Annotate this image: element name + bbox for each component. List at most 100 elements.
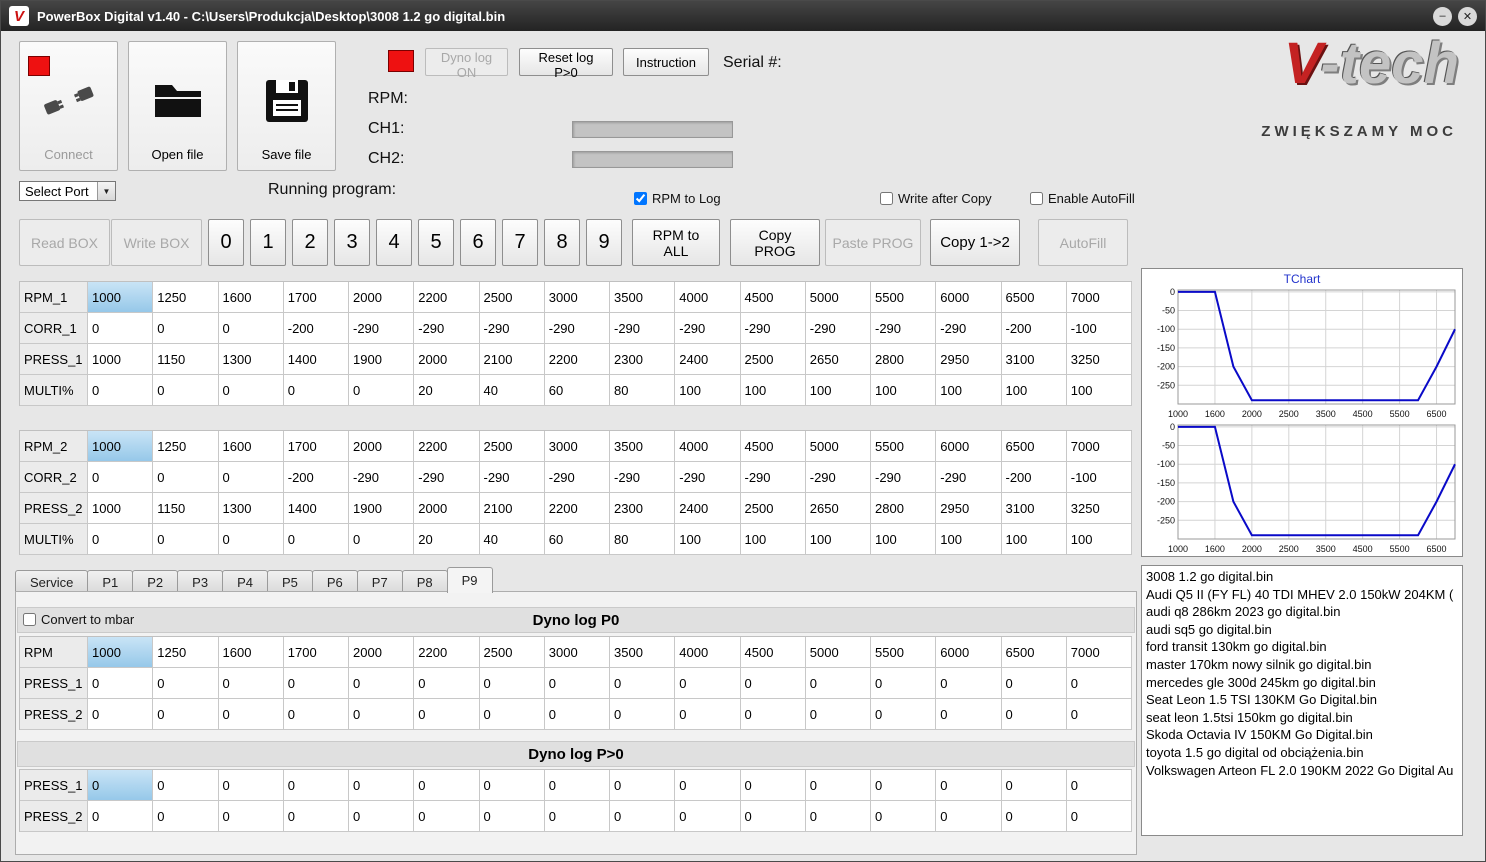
- table-cell[interactable]: -200: [283, 462, 349, 493]
- table-cell[interactable]: 3000: [544, 282, 610, 313]
- rpm-to-all-button[interactable]: RPM to ALL: [632, 219, 720, 266]
- table-cell[interactable]: 1700: [283, 431, 349, 462]
- table-cell[interactable]: -290: [349, 313, 415, 344]
- table-cell[interactable]: 5000: [805, 282, 871, 313]
- tab-p9[interactable]: P9: [446, 567, 493, 593]
- table-cell[interactable]: 3500: [610, 431, 676, 462]
- table-cell[interactable]: 0: [1001, 668, 1067, 699]
- file-list-item[interactable]: master 170km nowy silnik go digital.bin: [1146, 656, 1458, 674]
- table-cell[interactable]: 2100: [479, 344, 545, 375]
- table-cell[interactable]: 5500: [871, 282, 937, 313]
- table-cell[interactable]: 0: [675, 770, 741, 801]
- table-cell[interactable]: 2000: [349, 431, 415, 462]
- table-cell[interactable]: 60: [544, 375, 610, 406]
- table-cell[interactable]: 4500: [740, 282, 806, 313]
- table-cell[interactable]: 1150: [153, 344, 219, 375]
- table-cell[interactable]: 0: [349, 770, 415, 801]
- table-cell[interactable]: -290: [936, 462, 1002, 493]
- table-cell[interactable]: 0: [1066, 801, 1132, 832]
- table-cell[interactable]: -290: [479, 462, 545, 493]
- program-button-2[interactable]: 2: [292, 219, 328, 266]
- table-cell[interactable]: 0: [871, 699, 937, 730]
- write-after-copy-checkbox[interactable]: Write after Copy: [880, 191, 992, 206]
- table-cell[interactable]: 1150: [153, 493, 219, 524]
- table-cell[interactable]: -290: [675, 313, 741, 344]
- table-cell[interactable]: 1700: [283, 637, 349, 668]
- table-cell[interactable]: 0: [153, 699, 219, 730]
- file-list-item[interactable]: 3008 1.2 go digital.bin: [1146, 568, 1458, 586]
- table-cell[interactable]: 2100: [479, 493, 545, 524]
- table-cell[interactable]: 100: [1001, 375, 1067, 406]
- table-cell[interactable]: -290: [871, 462, 937, 493]
- file-list-item[interactable]: Seat Leon 1.5 TSI 130KM Go Digital.bin: [1146, 691, 1458, 709]
- table-cell[interactable]: 1900: [349, 344, 415, 375]
- tab-p7[interactable]: P7: [356, 570, 403, 593]
- enable-autofill-checkbox[interactable]: Enable AutoFill: [1030, 191, 1135, 206]
- table-cell[interactable]: 0: [349, 524, 415, 555]
- table-cell[interactable]: 0: [88, 668, 154, 699]
- table-cell[interactable]: 2400: [675, 493, 741, 524]
- table-cell[interactable]: 0: [740, 770, 806, 801]
- table-cell[interactable]: 0: [349, 375, 415, 406]
- table-cell[interactable]: 5000: [805, 431, 871, 462]
- table-cell[interactable]: 0: [805, 699, 871, 730]
- table-cell[interactable]: 6500: [1001, 431, 1067, 462]
- table-cell[interactable]: 2800: [871, 493, 937, 524]
- table-cell[interactable]: 0: [153, 801, 219, 832]
- table-cell[interactable]: 40: [479, 524, 545, 555]
- table-cell[interactable]: 0: [805, 668, 871, 699]
- write-box-button[interactable]: Write BOX: [111, 219, 202, 266]
- table-cell[interactable]: 0: [740, 801, 806, 832]
- table-cell[interactable]: 1400: [283, 493, 349, 524]
- table-cell[interactable]: 0: [544, 668, 610, 699]
- table-cell[interactable]: 0: [218, 770, 284, 801]
- table-cell[interactable]: 0: [153, 524, 219, 555]
- table-cell[interactable]: -290: [610, 313, 676, 344]
- table-cell[interactable]: 0: [218, 699, 284, 730]
- table-cell[interactable]: 0: [871, 801, 937, 832]
- copy-1-2-button[interactable]: Copy 1->2: [930, 219, 1020, 266]
- table-cell[interactable]: 2000: [349, 637, 415, 668]
- table-cell[interactable]: 0: [349, 699, 415, 730]
- rpm-to-log-checkbox-input[interactable]: [634, 192, 647, 205]
- table-cell[interactable]: 2000: [414, 493, 480, 524]
- table-cell[interactable]: 100: [936, 524, 1002, 555]
- file-list-item[interactable]: Skoda Octavia IV 150KM Go Digital.bin: [1146, 726, 1458, 744]
- table-cell[interactable]: 0: [610, 801, 676, 832]
- table-cell[interactable]: 0: [218, 668, 284, 699]
- program-button-0[interactable]: 0: [208, 219, 244, 266]
- table-cell[interactable]: 2200: [414, 282, 480, 313]
- table-cell[interactable]: 0: [610, 699, 676, 730]
- table-cell[interactable]: 5500: [871, 431, 937, 462]
- table-cell[interactable]: 0: [1001, 801, 1067, 832]
- table-cell[interactable]: 4000: [675, 282, 741, 313]
- table-cell[interactable]: -200: [1001, 462, 1067, 493]
- table-cell[interactable]: 0: [153, 770, 219, 801]
- table-cell[interactable]: 0: [1001, 699, 1067, 730]
- reset-log-button[interactable]: Reset log P>0: [519, 48, 613, 80]
- table-cell[interactable]: 0: [1001, 770, 1067, 801]
- table-cell[interactable]: 80: [610, 524, 676, 555]
- table-cell[interactable]: -290: [740, 313, 806, 344]
- table-cell[interactable]: 0: [218, 801, 284, 832]
- tab-p3[interactable]: P3: [177, 570, 224, 593]
- table-cell[interactable]: 3500: [610, 282, 676, 313]
- table-cell[interactable]: 0: [349, 801, 415, 832]
- table-cell[interactable]: 2200: [544, 493, 610, 524]
- table-cell[interactable]: 3000: [544, 431, 610, 462]
- table-cell[interactable]: 0: [414, 801, 480, 832]
- table-cell[interactable]: 0: [218, 375, 284, 406]
- table-cell[interactable]: -290: [414, 313, 480, 344]
- table-cell[interactable]: 2500: [740, 493, 806, 524]
- table-cell[interactable]: 4000: [675, 431, 741, 462]
- table-cell[interactable]: 1000: [88, 637, 154, 668]
- table-cell[interactable]: 1000: [88, 431, 154, 462]
- table-cell[interactable]: 2650: [805, 344, 871, 375]
- table-cell[interactable]: 0: [479, 801, 545, 832]
- table-cell[interactable]: 7000: [1066, 637, 1132, 668]
- table-cell[interactable]: -290: [610, 462, 676, 493]
- table-cell[interactable]: 6000: [936, 431, 1002, 462]
- table-cell[interactable]: 1000: [88, 282, 154, 313]
- table-cell[interactable]: 0: [414, 770, 480, 801]
- minimize-button[interactable]: –: [1433, 6, 1452, 26]
